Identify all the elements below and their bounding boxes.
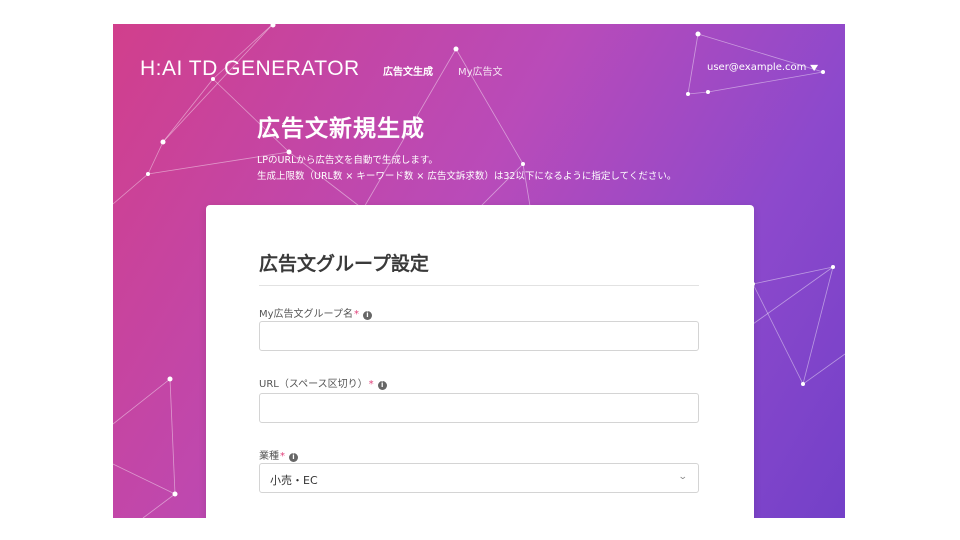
description-line: LPのURLから広告文を自動で生成します。 [257, 155, 438, 166]
label-text: 業種 [259, 451, 279, 462]
page-title: 広告文新規生成 [257, 116, 425, 142]
chevron-down-icon: ⌄ [678, 472, 689, 482]
url-input[interactable] [259, 393, 699, 423]
field-label-industry: 業種* i [259, 447, 298, 462]
page-description: LPのURLから広告文を自動で生成します。 生成上限数（URL数 × キーワード… [257, 153, 676, 185]
top-navigation-bar: H:AI TD GENERATOR 広告文生成 My広告文 user@examp… [113, 24, 845, 114]
nav-item-my-ads[interactable]: My広告文 [458, 63, 503, 78]
info-icon[interactable]: i [377, 381, 387, 390]
required-mark: * [353, 309, 359, 320]
required-mark: * [280, 451, 285, 462]
app-logo[interactable]: H:AI TD GENERATOR [140, 57, 360, 81]
description-line: 生成上限数（URL数 × キーワード数 × 広告文訴求数）は32以下になるように… [257, 171, 677, 182]
industry-selected-value: 小売・EC [270, 474, 318, 487]
card-title: 広告文グループ設定 [259, 253, 429, 275]
ad-group-settings-card: 広告文グループ設定 My広告文グループ名* i URL（スペース区切り）* i 業種… [206, 205, 754, 518]
field-label-group-name: My広告文グループ名* i [259, 305, 372, 320]
group-name-input[interactable] [259, 321, 699, 351]
app-window: H:AI TD GENERATOR 広告文生成 My広告文 user@examp… [113, 24, 845, 518]
label-text: My広告文グループ名 [259, 309, 353, 320]
required-mark: * [368, 379, 374, 390]
industry-select[interactable]: 小売・EC ⌄ [259, 463, 699, 493]
chevron-down-icon: ▼ [810, 63, 819, 72]
label-text: URL（スペース区切り） [259, 379, 368, 390]
user-email: user@example.com [707, 62, 807, 73]
info-icon[interactable]: i [362, 311, 372, 320]
info-icon[interactable]: i [289, 453, 298, 462]
divider [259, 285, 699, 286]
field-label-url: URL（スペース区切り）* i [259, 375, 387, 390]
user-menu[interactable]: user@example.com ▼ [707, 62, 818, 73]
nav-item-ad-generation[interactable]: 広告文生成 [383, 63, 433, 78]
